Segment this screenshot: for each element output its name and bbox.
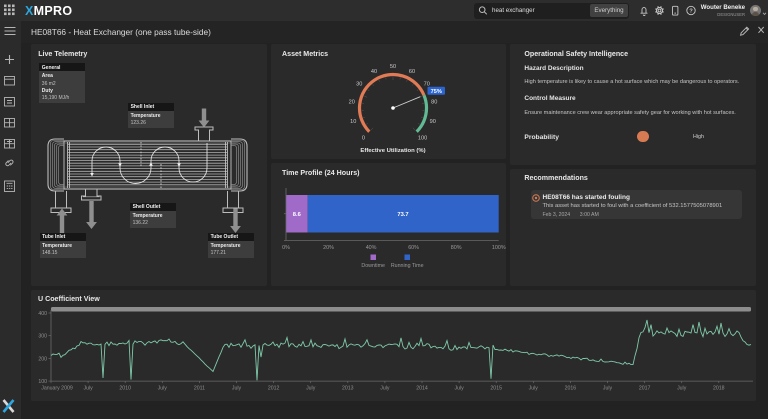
svg-text:400: 400	[38, 311, 47, 317]
svg-text:40: 40	[371, 69, 377, 75]
svg-text:July: July	[603, 386, 613, 392]
svg-text:30: 30	[356, 81, 362, 87]
svg-text:300: 300	[38, 334, 47, 340]
svg-text:200: 200	[38, 356, 47, 362]
svg-text:50: 50	[390, 64, 396, 70]
svg-text:60%: 60%	[408, 245, 419, 251]
svg-text:100: 100	[38, 379, 47, 385]
svg-text:Running Time: Running Time	[391, 263, 424, 269]
svg-text:2010: 2010	[119, 386, 131, 392]
svg-text:73.7: 73.7	[397, 212, 408, 218]
svg-text:2014: 2014	[416, 386, 428, 392]
svg-text:July: July	[232, 386, 242, 392]
svg-text:July: July	[529, 386, 539, 392]
svg-text:Downtime: Downtime	[361, 263, 385, 269]
svg-text:40%: 40%	[366, 245, 377, 251]
svg-text:July: July	[380, 386, 390, 392]
svg-text:10: 10	[350, 119, 356, 125]
svg-text:2016: 2016	[565, 386, 577, 392]
svg-text:July: July	[158, 386, 168, 392]
svg-text:100: 100	[418, 136, 427, 142]
svg-text:July: July	[83, 386, 93, 392]
svg-text:2018: 2018	[713, 386, 725, 392]
svg-text:70: 70	[424, 81, 430, 87]
svg-text:80%: 80%	[451, 245, 462, 251]
svg-text:60: 60	[409, 69, 415, 75]
svg-text:January 2009: January 2009	[41, 386, 73, 392]
svg-text:2017: 2017	[639, 386, 651, 392]
svg-text:90: 90	[430, 119, 436, 125]
svg-text:20%: 20%	[323, 245, 334, 251]
svg-text:2015: 2015	[490, 386, 502, 392]
svg-text:0: 0	[362, 136, 365, 142]
svg-text:20: 20	[349, 100, 355, 106]
svg-text:2012: 2012	[268, 386, 280, 392]
svg-text:75%: 75%	[431, 89, 442, 95]
svg-text:?: ?	[689, 9, 693, 15]
svg-text:July: July	[306, 386, 316, 392]
svg-text:2011: 2011	[194, 386, 205, 392]
svg-text:0%: 0%	[282, 245, 290, 251]
svg-text:80: 80	[431, 100, 437, 106]
svg-text:Effective Utilization (%): Effective Utilization (%)	[360, 148, 425, 154]
svg-text:100%: 100%	[492, 245, 506, 251]
svg-text:8.6: 8.6	[293, 212, 302, 218]
svg-text:2013: 2013	[342, 386, 354, 392]
svg-text:July: July	[454, 386, 464, 392]
svg-text:July: July	[677, 386, 687, 392]
